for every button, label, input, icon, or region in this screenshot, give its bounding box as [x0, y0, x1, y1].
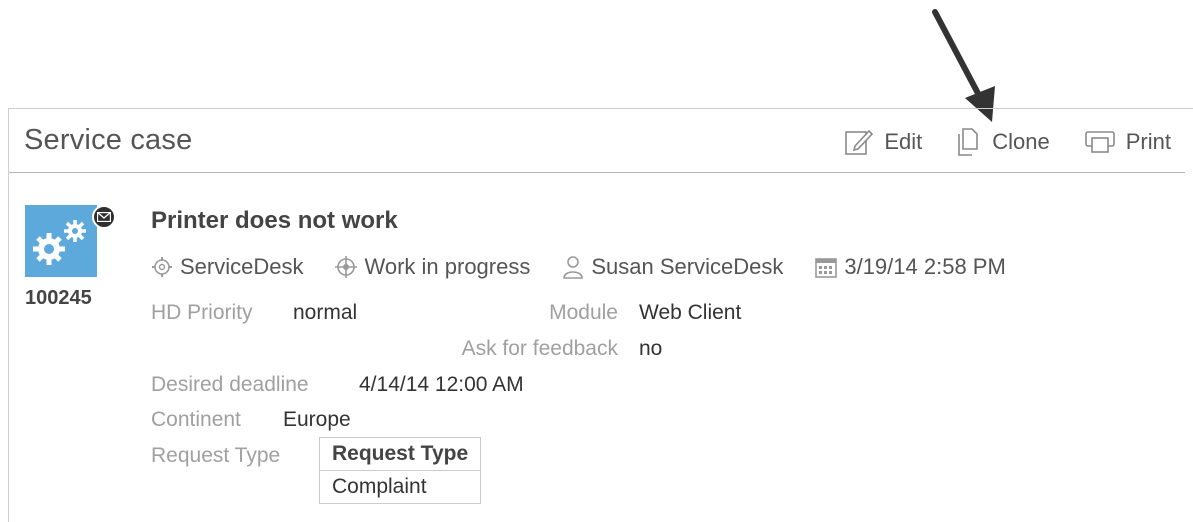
meta-status[interactable]: Work in progress: [335, 254, 530, 280]
status-target-icon: [335, 256, 358, 278]
email-badge-icon: [92, 205, 116, 229]
gears-icon: [33, 220, 86, 265]
clone-icon: [958, 128, 979, 156]
ask-feedback-value: no: [639, 337, 663, 360]
meta-category[interactable]: ServiceDesk: [151, 254, 303, 280]
edit-label: Edit: [884, 129, 923, 154]
print-icon: [1084, 131, 1115, 153]
gear-icon: [152, 257, 172, 277]
calendar-icon: [815, 258, 838, 278]
case-meta-row: ServiceDesk Work in progress Susan Servi…: [151, 254, 1038, 280]
print-button[interactable]: Print: [1084, 129, 1171, 155]
module-label: Module: [549, 301, 618, 324]
meta-person-label: Susan ServiceDesk: [591, 254, 784, 279]
header-divider: [9, 172, 1185, 173]
desired-deadline-value: 4/14/14 12:00 AM: [359, 373, 524, 396]
case-title: Printer does not work: [151, 207, 398, 234]
meta-status-label: Work in progress: [364, 254, 531, 279]
request-type-table-header: Request Type: [318, 437, 482, 471]
continent-value: Europe: [283, 408, 351, 431]
toolbar: Edit Clone Print: [810, 127, 1171, 157]
edit-button[interactable]: Edit: [844, 128, 922, 156]
service-case-panel: Service case Edit Clone Print 100245 Pri…: [8, 108, 1193, 522]
clone-label: Clone: [992, 129, 1050, 154]
meta-date-label: 3/19/14 2:58 PM: [844, 254, 1006, 279]
ask-feedback-label: Ask for feedback: [461, 337, 618, 360]
case-avatar: [25, 205, 97, 277]
hd-priority-value: normal: [293, 301, 358, 324]
meta-date: 3/19/14 2:58 PM: [815, 254, 1006, 280]
module-value: Web Client: [639, 301, 742, 324]
request-type-label: Request Type: [151, 444, 281, 467]
table-row: Complaint: [318, 470, 482, 504]
continent-label: Continent: [151, 408, 241, 431]
clone-button[interactable]: Clone: [956, 127, 1050, 157]
meta-person[interactable]: Susan ServiceDesk: [562, 254, 783, 280]
desired-deadline-label: Desired deadline: [151, 373, 309, 396]
page-title: Service case: [24, 124, 193, 156]
meta-category-label: ServiceDesk: [180, 254, 304, 279]
annotation-arrow: [932, 9, 995, 122]
edit-icon: [845, 129, 874, 155]
user-icon: [563, 256, 584, 279]
request-type-table: Request Type Complaint: [318, 437, 482, 504]
print-label: Print: [1125, 129, 1171, 154]
hd-priority-label: HD Priority: [151, 301, 253, 324]
case-id: 100245: [25, 287, 92, 309]
